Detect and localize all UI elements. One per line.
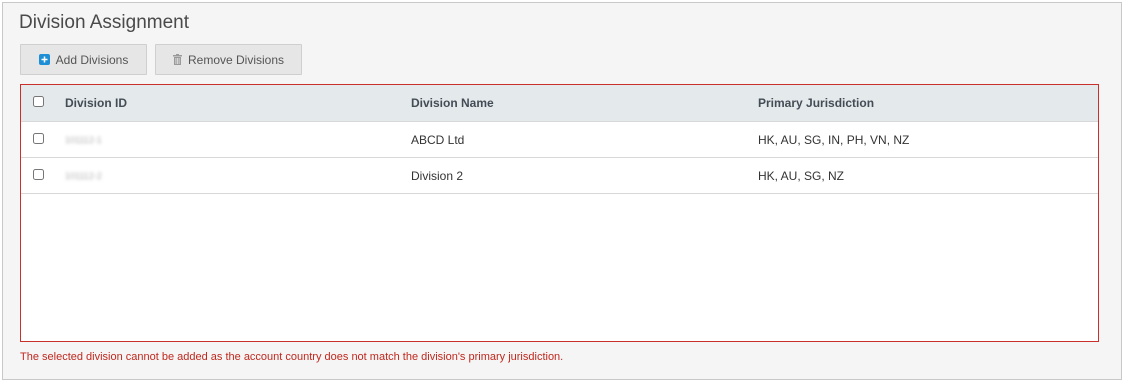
error-message: The selected division cannot be added as…: [20, 351, 564, 363]
column-header-division-name[interactable]: Division Name: [411, 96, 494, 110]
division-id-cell: 101112-1: [65, 134, 102, 145]
primary-jurisdiction-cell: HK, AU, SG, IN, PH, VN, NZ: [758, 132, 910, 147]
plus-square-icon: [38, 54, 50, 65]
row-checkbox-cell: [33, 168, 44, 183]
primary-jurisdiction-cell: HK, AU, SG, NZ: [758, 168, 845, 183]
remove-divisions-label: Remove Divisions: [187, 52, 285, 67]
row-checkbox[interactable]: [33, 168, 44, 180]
select-all-checkbox[interactable]: [33, 96, 44, 107]
row-checkbox[interactable]: [33, 132, 44, 144]
select-all-checkbox-cell: [33, 96, 44, 110]
add-divisions-label: Add Divisions: [55, 52, 129, 67]
add-divisions-button[interactable]: Add Divisions: [20, 44, 147, 75]
section-title: Division Assignment: [19, 12, 190, 33]
table-row[interactable]: 101112-1 ABCD Ltd HK, AU, SG, IN, PH, VN…: [21, 122, 1098, 158]
division-name-cell: Division 2: [411, 168, 464, 183]
column-header-division-id[interactable]: Division ID: [65, 96, 127, 110]
division-id-cell: 101112-2: [65, 170, 102, 181]
table-row[interactable]: 101112-2 Division 2 HK, AU, SG, NZ: [21, 158, 1098, 194]
trash-icon: [172, 54, 182, 65]
table-header-row: Division ID Division Name Primary Jurisd…: [21, 85, 1098, 122]
division-name-cell: ABCD Ltd: [411, 132, 465, 147]
remove-divisions-button[interactable]: Remove Divisions: [155, 44, 302, 75]
division-assignment-panel: Division Assignment Add Divisions Remove…: [2, 2, 1122, 380]
divisions-table: Division ID Division Name Primary Jurisd…: [20, 84, 1099, 342]
row-checkbox-cell: [33, 132, 44, 147]
column-header-primary-jurisdiction[interactable]: Primary Jurisdiction: [758, 96, 874, 110]
